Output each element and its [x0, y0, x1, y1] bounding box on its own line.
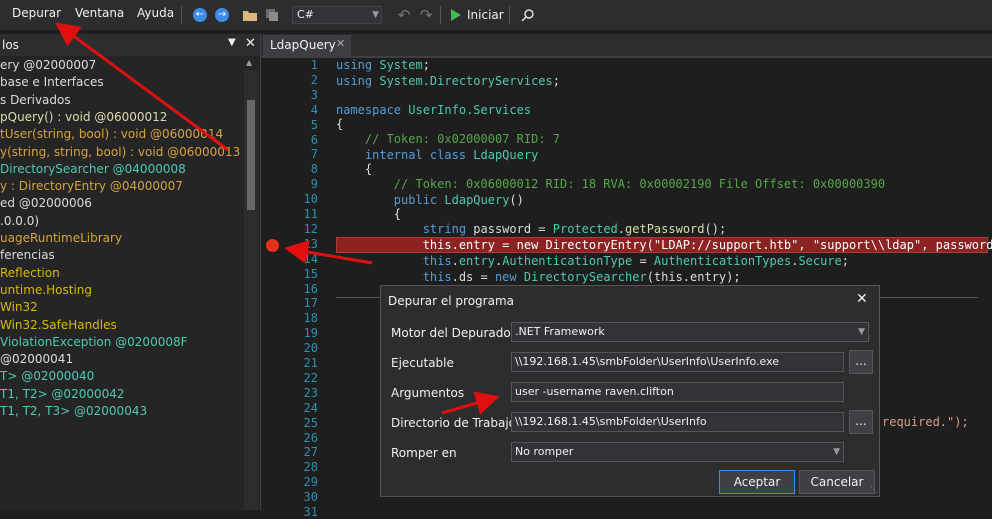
annotation-overlay — [55, 22, 500, 415]
annotation-arrow — [441, 391, 500, 415]
annotation-arrow — [284, 240, 373, 265]
annotation-arrow — [55, 22, 229, 152]
